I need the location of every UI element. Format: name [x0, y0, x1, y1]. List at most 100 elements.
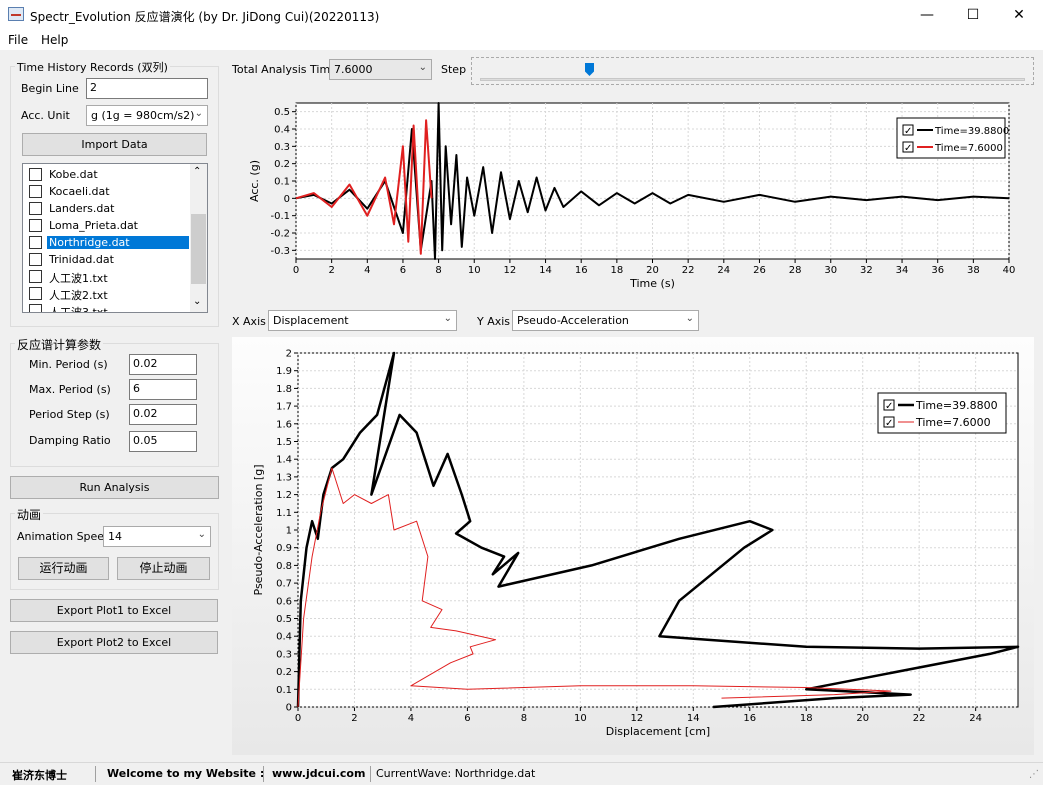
- x-axis-select[interactable]: Displacement ⌄: [268, 310, 457, 331]
- x-tick-label: 24: [969, 713, 982, 724]
- chevron-down-icon: ⌄: [685, 313, 694, 324]
- y-tick-label: 1.2: [276, 490, 292, 501]
- params-title: 反应谱计算参数: [15, 336, 104, 353]
- y-tick-label: 0.7: [276, 579, 292, 590]
- checkbox[interactable]: [29, 185, 42, 198]
- resize-grip-icon[interactable]: ⋰: [1029, 769, 1039, 780]
- y-tick-label: 0.4: [274, 125, 290, 136]
- menu-file[interactable]: File: [8, 33, 28, 47]
- y-tick-label: 0: [286, 703, 292, 714]
- y-tick-label: 0.1: [276, 685, 292, 696]
- y-tick-label: 2: [286, 349, 292, 360]
- y-tick-label: 1.1: [276, 508, 292, 519]
- max-period-label: Max. Period (s): [29, 383, 111, 396]
- begin-line-label: Begin Line: [21, 82, 79, 95]
- checkbox[interactable]: [29, 168, 42, 181]
- status-current-wave: CurrentWave: Northridge.dat: [376, 767, 536, 780]
- legend-label: Time=7.6000: [934, 143, 1003, 154]
- checkbox[interactable]: [29, 253, 42, 266]
- step-slider[interactable]: [471, 57, 1034, 85]
- run-analysis-button[interactable]: Run Analysis: [10, 476, 219, 499]
- x-tick-label: 6: [400, 265, 406, 276]
- checkbox[interactable]: [29, 202, 42, 215]
- checkbox[interactable]: [29, 287, 42, 300]
- checkbox[interactable]: [29, 270, 42, 283]
- check-icon: ✓: [885, 401, 893, 412]
- checkbox[interactable]: [29, 219, 42, 232]
- list-item[interactable]: Kocaeli.dat: [25, 183, 189, 200]
- y-tick-label: 0.8: [276, 561, 292, 572]
- list-item[interactable]: 人工波3.txt: [25, 302, 189, 312]
- y-tick-label: 0.1: [274, 177, 290, 188]
- list-item[interactable]: 人工波2.txt: [25, 285, 189, 302]
- status-website-link[interactable]: www.jdcui.com: [272, 767, 365, 780]
- import-data-button[interactable]: Import Data: [22, 133, 207, 156]
- x-axis-label: X Axis: [232, 315, 266, 328]
- menu-help[interactable]: Help: [41, 33, 68, 47]
- minimize-button[interactable]: —: [904, 0, 950, 31]
- stop-animation-button[interactable]: 停止动画: [117, 557, 210, 580]
- app-icon: [8, 7, 24, 21]
- damping-ratio-input[interactable]: 0.05: [129, 431, 197, 452]
- acc-unit-select[interactable]: g (1g = 980cm/s2) ⌄: [86, 105, 208, 126]
- x-tick-label: 12: [630, 713, 643, 724]
- y-tick-label: 1: [286, 526, 292, 537]
- total-time-select[interactable]: 7.6000 ⌄: [329, 59, 432, 80]
- x-tick-label: 38: [967, 265, 980, 276]
- slider-thumb[interactable]: [585, 63, 594, 76]
- x-tick-label: 8: [521, 713, 527, 724]
- max-period-input[interactable]: 6: [129, 379, 197, 400]
- y-axis-select[interactable]: Pseudo-Acceleration ⌄: [512, 310, 699, 331]
- x-tick-label: 36: [931, 265, 944, 276]
- list-item[interactable]: Kobe.dat: [25, 166, 189, 183]
- legend-label: Time=7.6000: [915, 416, 991, 429]
- x-tick-label: 4: [364, 265, 370, 276]
- x-tick-label: 10: [574, 713, 587, 724]
- begin-line-input[interactable]: 2: [86, 78, 208, 99]
- total-time-value: 7.6000: [334, 63, 373, 76]
- min-period-input[interactable]: 0.02: [129, 354, 197, 375]
- checkbox[interactable]: [29, 236, 42, 249]
- list-item[interactable]: Trinidad.dat: [25, 251, 189, 268]
- x-tick-label: 20: [646, 265, 659, 276]
- y-axis-value: Pseudo-Acceleration: [517, 314, 629, 327]
- acc-unit-value: g (1g = 980cm/s2): [91, 109, 195, 122]
- y-axis-title: Acc. (g): [248, 160, 261, 202]
- x-tick-label: 10: [468, 265, 481, 276]
- status-separator: [95, 766, 96, 782]
- checkbox[interactable]: [29, 304, 42, 312]
- chevron-down-icon: ⌄: [443, 313, 452, 324]
- status-author: 崔济东博士: [12, 769, 67, 782]
- chevron-up-icon[interactable]: ⌃: [193, 166, 201, 177]
- y-tick-label: 0.3: [274, 142, 290, 153]
- file-list[interactable]: Kobe.dat Kocaeli.dat Landers.dat Loma_Pr…: [22, 163, 208, 313]
- check-icon: ✓: [885, 418, 893, 429]
- export-plot2-button[interactable]: Export Plot2 to Excel: [10, 631, 218, 654]
- x-tick-label: 6: [464, 713, 470, 724]
- chevron-down-icon: ⌄: [197, 529, 206, 540]
- close-button[interactable]: ✕: [996, 0, 1042, 31]
- list-item-selected[interactable]: Northridge.dat: [25, 234, 189, 251]
- x-tick-label: 20: [856, 713, 869, 724]
- y-tick-label: 0.4: [276, 632, 292, 643]
- list-scrollbar[interactable]: ⌃ ⌄: [190, 164, 207, 312]
- check-icon: ✓: [904, 143, 912, 154]
- spectrum-chart: 0 2 4 6 8 10 12 14 16 18 20 22 24 0 0.1 0.2 0.3 0.4 0.5 0.6…: [232, 337, 1034, 755]
- list-item[interactable]: Landers.dat: [25, 200, 189, 217]
- list-item[interactable]: 人工波1.txt: [25, 268, 189, 285]
- export-plot1-button[interactable]: Export Plot1 to Excel: [10, 599, 218, 622]
- x-tick-label: 8: [435, 265, 441, 276]
- scroll-thumb[interactable]: [191, 214, 206, 284]
- x-tick-label: 0: [293, 265, 299, 276]
- chevron-down-icon[interactable]: ⌄: [193, 296, 201, 307]
- animation-speed-value: 14: [108, 530, 122, 543]
- animation-speed-select[interactable]: 14 ⌄: [103, 526, 211, 547]
- run-animation-button[interactable]: 运行动画: [18, 557, 109, 580]
- y-tick-label: 0.5: [276, 614, 292, 625]
- maximize-button[interactable]: ☐: [950, 0, 996, 31]
- y-tick-label: 0: [284, 194, 290, 205]
- legend-label: Time=39.8800: [934, 126, 1009, 137]
- period-step-input[interactable]: 0.02: [129, 404, 197, 425]
- list-item[interactable]: Loma_Prieta.dat: [25, 217, 189, 234]
- chevron-down-icon: ⌄: [194, 108, 203, 119]
